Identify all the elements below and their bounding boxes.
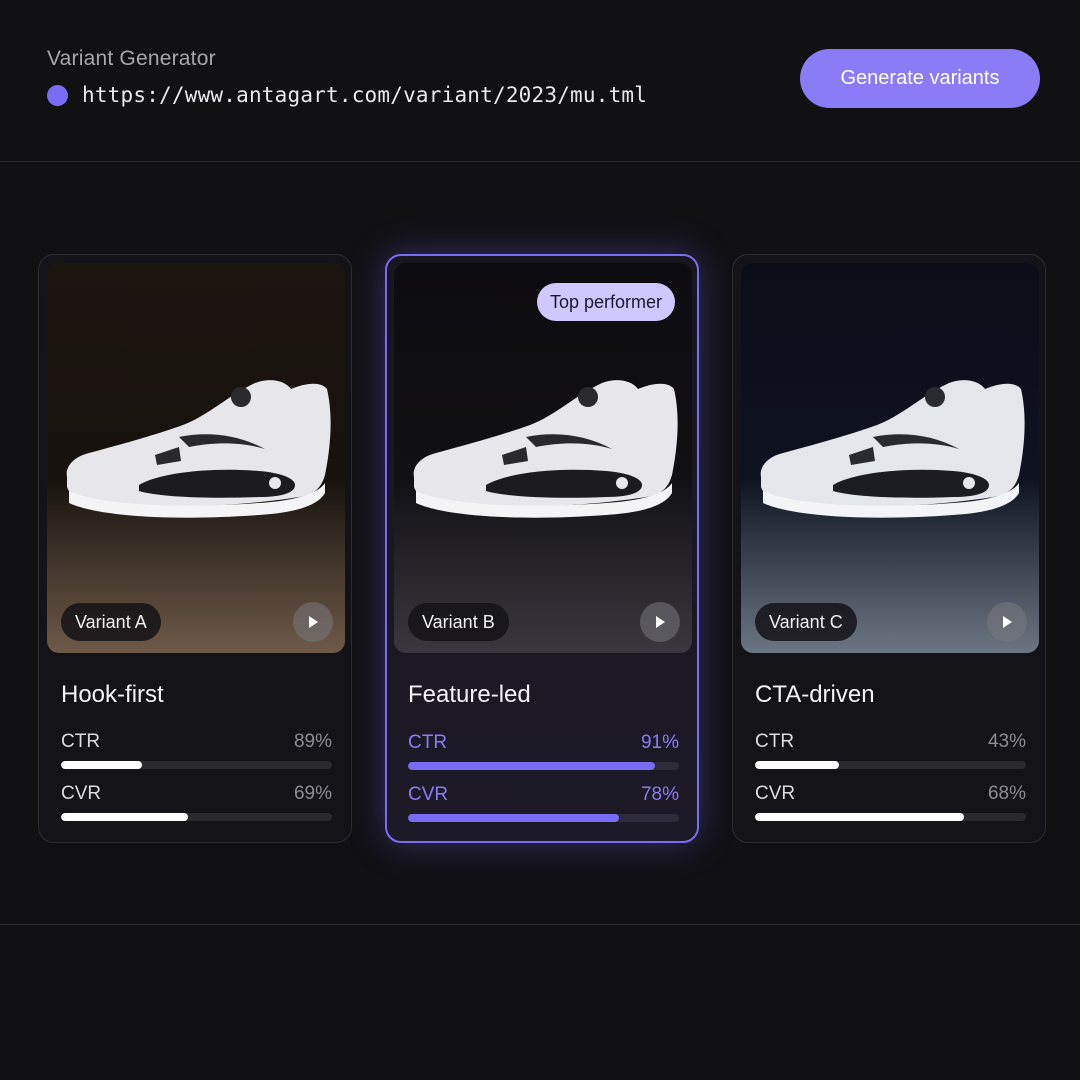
cvr-label: CVR bbox=[408, 784, 449, 805]
variant-preview[interactable]: Variant C bbox=[741, 263, 1039, 653]
sneaker-image bbox=[66, 380, 331, 518]
cvr-metric: CVR 69% bbox=[61, 783, 332, 821]
cvr-value: 69% bbox=[293, 783, 332, 804]
footer-divider bbox=[0, 924, 1080, 925]
status-dot-icon bbox=[47, 84, 68, 106]
generate-variants-button[interactable]: Generate variants bbox=[800, 49, 1040, 108]
ctr-value: 91% bbox=[640, 732, 679, 753]
ctr-metric: CTR 91% bbox=[408, 732, 679, 770]
top-performer-badge: Top performer bbox=[537, 283, 676, 321]
variant-card-c[interactable]: Variant C CTA-driven CTR 43% CVR 68% bbox=[732, 254, 1046, 843]
variant-label: Variant C bbox=[755, 603, 857, 641]
sneaker-image bbox=[413, 380, 678, 518]
cvr-bar bbox=[755, 813, 1026, 821]
play-button[interactable] bbox=[640, 602, 680, 642]
ctr-bar-fill bbox=[408, 762, 655, 770]
cvr-bar bbox=[408, 814, 679, 822]
play-button[interactable] bbox=[987, 602, 1027, 642]
ctr-bar bbox=[755, 761, 1026, 769]
source-url[interactable]: https://www.antagart.com/variant/2023/mu… bbox=[82, 83, 647, 107]
variant-card-a[interactable]: Variant A Hook-first CTR 89% CVR 69% bbox=[38, 254, 352, 843]
ctr-label: CTR bbox=[61, 731, 101, 752]
play-button[interactable] bbox=[293, 602, 333, 642]
ctr-label: CTR bbox=[408, 732, 448, 753]
variant-generator-page: Variant Generator https://www.antagart.c… bbox=[0, 0, 1080, 1080]
card-title: Feature-led bbox=[408, 681, 531, 708]
play-icon bbox=[309, 616, 318, 628]
variant-label: Variant A bbox=[61, 603, 161, 641]
variant-preview[interactable]: Variant A bbox=[47, 263, 345, 653]
cvr-bar-fill bbox=[61, 813, 189, 821]
ctr-bar bbox=[61, 761, 332, 769]
play-icon bbox=[1003, 616, 1012, 628]
ctr-bar bbox=[408, 762, 679, 770]
card-title: Hook-first bbox=[61, 681, 164, 708]
ctr-bar-fill bbox=[61, 761, 143, 769]
ctr-value: 43% bbox=[987, 731, 1026, 752]
ctr-metric: CTR 89% bbox=[61, 731, 332, 769]
url-row: https://www.antagart.com/variant/2023/mu… bbox=[47, 83, 647, 107]
cvr-value: 78% bbox=[640, 784, 679, 805]
page-title: Variant Generator bbox=[47, 47, 216, 70]
cvr-bar bbox=[61, 813, 332, 821]
ctr-label: CTR bbox=[755, 731, 795, 752]
ctr-value: 89% bbox=[293, 731, 332, 752]
header-divider bbox=[0, 161, 1080, 162]
cvr-label: CVR bbox=[61, 783, 102, 804]
cvr-value: 68% bbox=[987, 783, 1026, 804]
cvr-metric: CVR 68% bbox=[755, 783, 1026, 821]
variant-label: Variant B bbox=[408, 603, 509, 641]
variant-preview[interactable]: Top performer Variant B bbox=[394, 263, 692, 653]
variant-card-b[interactable]: Top performer Variant B Feature-led CTR … bbox=[385, 254, 699, 843]
card-title: CTA-driven bbox=[755, 681, 875, 708]
ctr-bar-fill bbox=[755, 761, 839, 769]
ctr-metric: CTR 43% bbox=[755, 731, 1026, 769]
cvr-label: CVR bbox=[755, 783, 796, 804]
cvr-metric: CVR 78% bbox=[408, 784, 679, 822]
play-icon bbox=[656, 616, 665, 628]
sneaker-image bbox=[760, 380, 1025, 518]
cvr-bar-fill bbox=[755, 813, 964, 821]
cvr-bar-fill bbox=[408, 814, 620, 822]
